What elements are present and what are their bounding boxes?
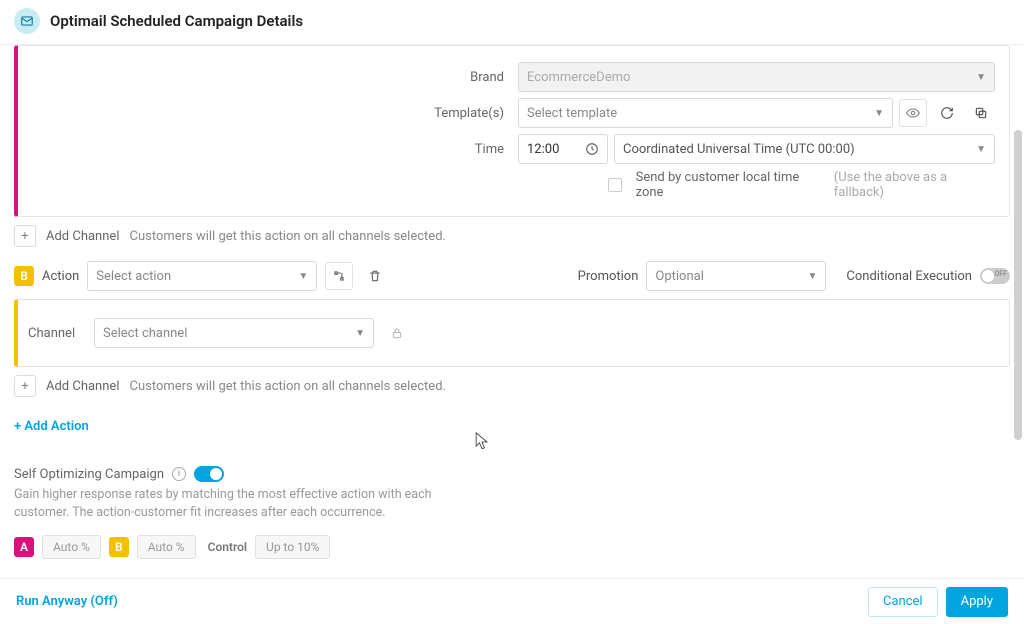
timezone-value: Coordinated Universal Time (UTC 00:00) xyxy=(623,142,855,157)
preview-template-button[interactable] xyxy=(899,99,927,127)
chevron-down-icon: ▼ xyxy=(976,72,986,83)
action-placeholder: Select action xyxy=(96,269,171,284)
time-input[interactable]: 12:00 xyxy=(518,134,608,164)
add-channel-label: Add Channel xyxy=(46,229,119,244)
add-channel-hint: Customers will get this action on all ch… xyxy=(129,229,445,244)
control-value[interactable]: Up to 10% xyxy=(255,535,330,559)
control-label: Control xyxy=(208,540,247,554)
promotion-placeholder: Optional xyxy=(655,269,703,284)
allocation-a-value[interactable]: Auto % xyxy=(42,535,101,559)
delete-action-button[interactable] xyxy=(361,262,389,290)
trash-icon xyxy=(368,269,382,283)
local-timezone-label: Send by customer local time zone xyxy=(636,170,824,200)
local-timezone-hint: (Use the above as a fallback) xyxy=(834,170,995,200)
cancel-button[interactable]: Cancel xyxy=(868,587,938,617)
self-optimizing-toggle[interactable] xyxy=(194,466,224,482)
refresh-icon xyxy=(940,106,954,120)
add-channel-hint: Customers will get this action on all ch… xyxy=(129,379,445,394)
eye-icon xyxy=(906,106,920,120)
local-timezone-checkbox[interactable] xyxy=(608,178,622,192)
channel-label: Channel xyxy=(28,326,84,341)
action-b-channel-panel: Channel Select channel ▼ xyxy=(14,299,1010,367)
brand-select: EcommerceDemo ▼ xyxy=(518,62,995,92)
allocation-b-value[interactable]: Auto % xyxy=(137,535,196,559)
chevron-down-icon: ▼ xyxy=(355,328,365,339)
brand-value: EcommerceDemo xyxy=(527,70,630,85)
add-channel-button[interactable]: + xyxy=(14,225,36,247)
add-channel-row-a: + Add Channel Customers will get this ac… xyxy=(14,225,1010,247)
add-action-link[interactable]: + Add Action xyxy=(14,419,89,434)
self-optimizing-header: Self Optimizing Campaign i xyxy=(14,466,1010,482)
apply-button[interactable]: Apply xyxy=(946,587,1008,617)
chevron-down-icon: ▼ xyxy=(976,144,986,155)
add-channel-button[interactable]: + xyxy=(14,375,36,397)
self-optimizing-title: Self Optimizing Campaign xyxy=(14,467,164,482)
dialog-body: Brand EcommerceDemo ▼ Template(s) Select… xyxy=(0,44,1024,578)
channel-placeholder: Select channel xyxy=(103,326,187,341)
chevron-down-icon: ▼ xyxy=(874,108,884,119)
allocation-b-badge: B xyxy=(109,537,129,557)
time-value: 12:00 xyxy=(527,142,559,157)
add-channel-row-b: + Add Channel Customers will get this ac… xyxy=(14,375,1010,397)
refresh-templates-button[interactable] xyxy=(933,99,961,127)
dialog-header: Optimail Scheduled Campaign Details xyxy=(0,0,1024,42)
action-select[interactable]: Select action ▼ xyxy=(87,261,317,291)
allocation-a-badge: A xyxy=(14,537,34,557)
action-a-channel-panel: Brand EcommerceDemo ▼ Template(s) Select… xyxy=(14,45,1010,217)
conditional-exec-label: Conditional Execution xyxy=(846,269,972,284)
dialog-title: Optimail Scheduled Campaign Details xyxy=(50,12,303,30)
action-reorder-button[interactable] xyxy=(325,262,353,290)
channel-select[interactable]: Select channel ▼ xyxy=(94,318,374,348)
action-b-badge: B xyxy=(14,266,34,286)
dialog-footer: Run Anyway (Off) Cancel Apply xyxy=(0,578,1024,624)
promotion-label: Promotion xyxy=(578,269,639,284)
copy-icon xyxy=(974,106,988,120)
lock-icon xyxy=(390,326,404,340)
allocation-row: A Auto % B Auto % Control Up to 10% xyxy=(14,535,1010,559)
mail-icon xyxy=(14,8,40,34)
copy-templates-button[interactable] xyxy=(967,99,995,127)
tree-icon xyxy=(332,269,346,283)
templates-label: Template(s) xyxy=(28,106,518,121)
timezone-select[interactable]: Coordinated Universal Time (UTC 00:00) ▼ xyxy=(614,134,995,164)
chevron-down-icon: ▼ xyxy=(807,271,817,282)
action-b-header: B Action Select action ▼ Promotion Optio… xyxy=(14,261,1010,291)
run-anyway-link[interactable]: Run Anyway (Off) xyxy=(16,594,118,609)
chevron-down-icon: ▼ xyxy=(298,271,308,282)
promotion-select[interactable]: Optional ▼ xyxy=(646,261,826,291)
brand-label: Brand xyxy=(28,70,518,85)
scrollbar-thumb[interactable] xyxy=(1014,130,1022,440)
conditional-exec-toggle[interactable] xyxy=(980,268,1010,284)
clock-icon xyxy=(585,142,599,156)
time-label: Time xyxy=(28,142,518,157)
self-optimizing-desc: Gain higher response rates by matching t… xyxy=(14,486,444,521)
add-channel-label: Add Channel xyxy=(46,379,119,394)
templates-placeholder: Select template xyxy=(527,106,617,121)
templates-select[interactable]: Select template ▼ xyxy=(518,98,893,128)
action-label: Action xyxy=(42,269,79,284)
info-icon[interactable]: i xyxy=(172,467,186,481)
